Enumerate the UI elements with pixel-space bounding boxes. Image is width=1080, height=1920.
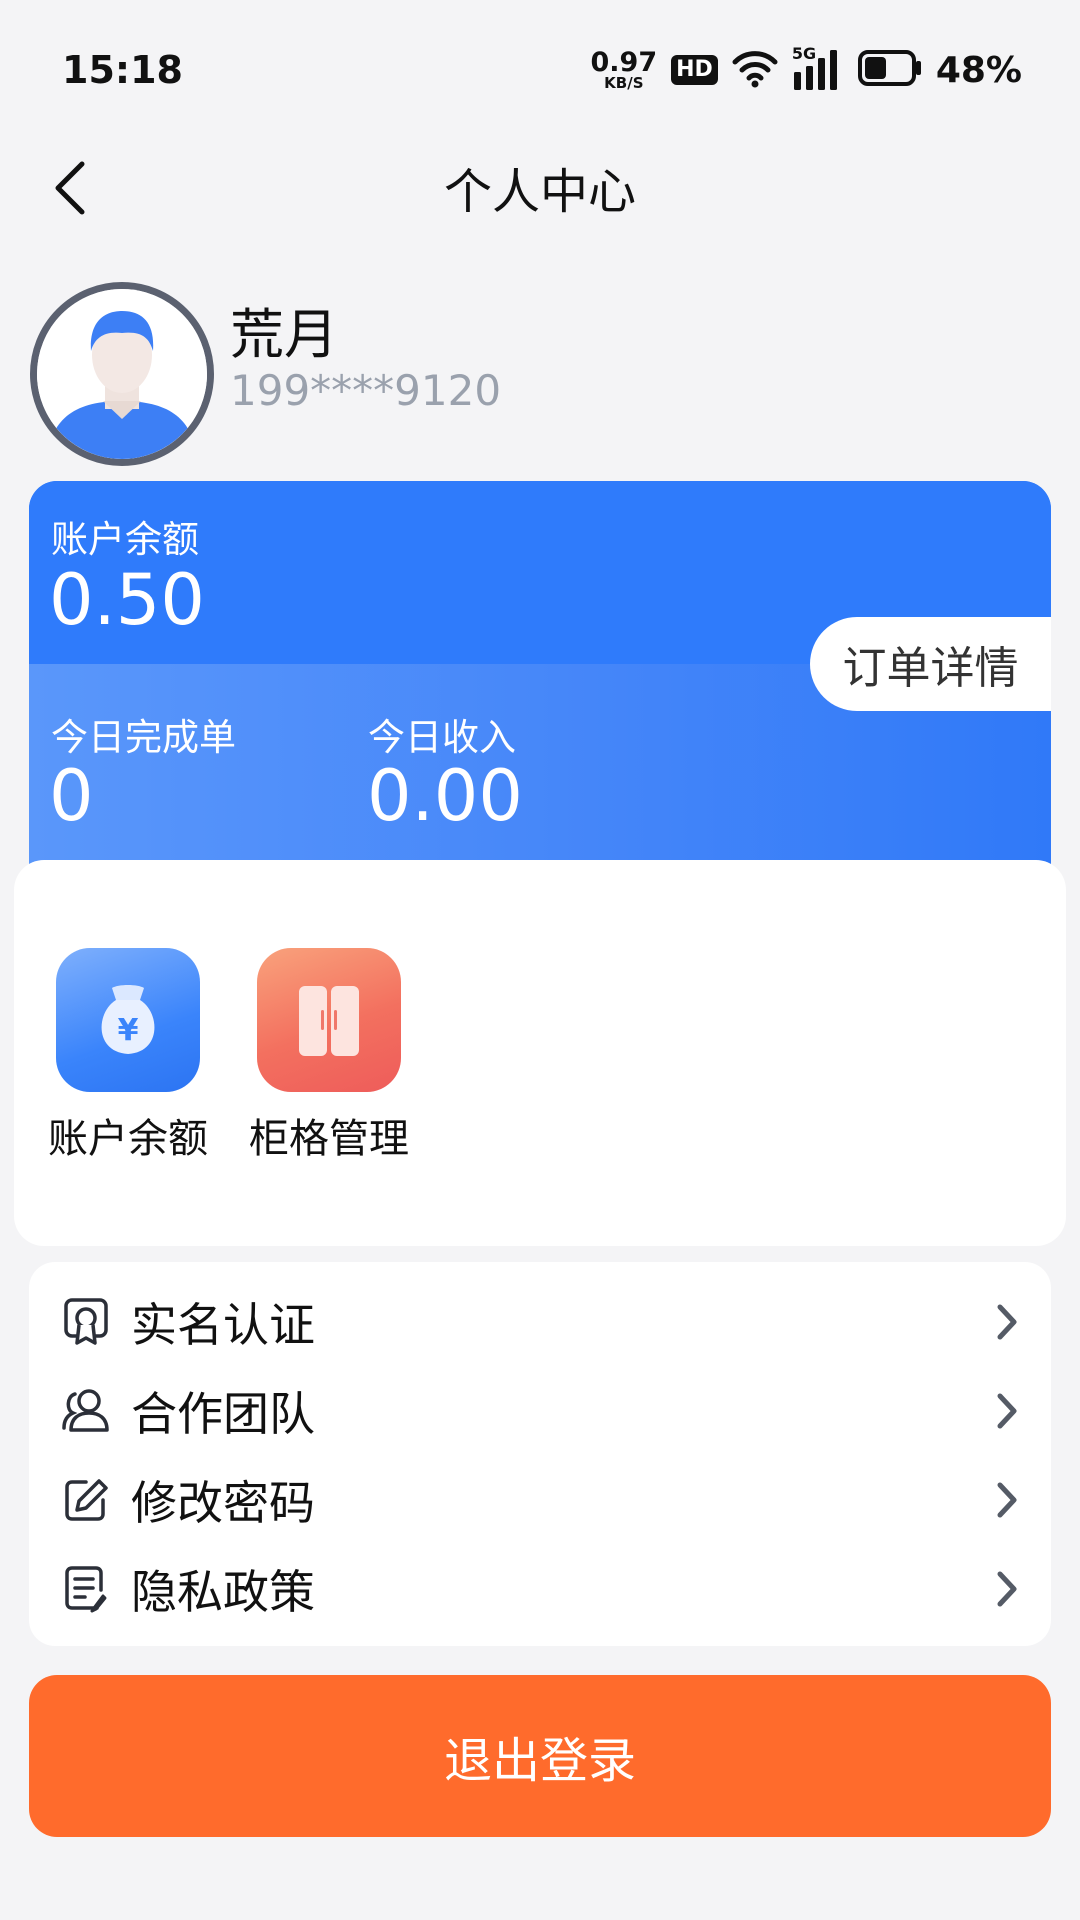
- avatar[interactable]: [30, 282, 214, 466]
- balance-value: 0.50: [49, 559, 205, 641]
- shortcut-label-cabinet: 柜格管理: [249, 1116, 409, 1162]
- menu-label-real-name-auth: 实名认证: [131, 1297, 315, 1352]
- cabinet-icon: [257, 948, 401, 1092]
- back-button[interactable]: [40, 155, 100, 221]
- network-speed-value: 0.97: [590, 47, 658, 78]
- status-time: 15:18: [62, 48, 183, 92]
- user-phone: 199****9120: [230, 366, 502, 415]
- today-orders-label: 今日完成单: [51, 716, 236, 759]
- shortcut-cabinet-management[interactable]: 柜格管理: [239, 948, 419, 1164]
- menu-label-partner-team: 合作团队: [131, 1386, 315, 1441]
- shortcut-panel: ¥ 账户余额 柜格管理: [14, 860, 1066, 1246]
- hd-icon: HD: [671, 55, 718, 85]
- shortcut-account-balance[interactable]: ¥ 账户余额: [38, 948, 218, 1164]
- status-indicators: 0.97 KB/S HD 5G 48%: [591, 44, 1022, 94]
- menu-label-change-password: 修改密码: [131, 1475, 315, 1530]
- document-icon: [59, 1562, 113, 1616]
- shortcut-label-balance: 账户余额: [48, 1116, 208, 1162]
- user-name: 荒月: [230, 303, 338, 366]
- chevron-right-icon: [987, 1475, 1027, 1525]
- network-speed-unit: KB/S: [604, 74, 644, 92]
- logout-button[interactable]: 退出登录: [29, 1675, 1051, 1837]
- menu-item-real-name-auth[interactable]: 实名认证: [29, 1277, 1051, 1366]
- team-icon: [59, 1384, 113, 1438]
- wifi-icon: [732, 48, 778, 92]
- svg-text:¥: ¥: [118, 1013, 139, 1048]
- user-avatar-icon: [37, 289, 207, 459]
- page-title: 个人中心: [443, 164, 636, 220]
- network-speed: 0.97 KB/S: [591, 49, 658, 91]
- battery-percent: 48%: [935, 49, 1022, 91]
- today-income-value: 0.00: [367, 755, 523, 837]
- settings-menu: 实名认证 合作团队 修改密码 隐私政策: [29, 1262, 1051, 1646]
- money-bag-icon: ¥: [56, 948, 200, 1092]
- back-arrow-icon: [55, 161, 85, 215]
- chevron-right-icon: [987, 1564, 1027, 1614]
- today-orders-value: 0: [49, 755, 94, 837]
- menu-item-privacy-policy[interactable]: 隐私政策: [29, 1544, 1051, 1633]
- order-detail-button[interactable]: 订单详情: [810, 617, 1051, 711]
- chevron-right-icon: [987, 1386, 1027, 1436]
- battery-icon: [857, 49, 922, 91]
- balance-label: 账户余额: [51, 518, 199, 561]
- menu-item-partner-team[interactable]: 合作团队: [29, 1366, 1051, 1455]
- status-bar: 15:18 0.97 KB/S HD 5G 48%: [0, 0, 1080, 140]
- today-income-label: 今日收入: [368, 716, 516, 759]
- menu-item-change-password[interactable]: 修改密码: [29, 1455, 1051, 1544]
- certificate-icon: [59, 1295, 113, 1349]
- personal-center-screen: 15:18 0.97 KB/S HD 5G 48% 个人中心 荒月 199***…: [0, 0, 1080, 1920]
- edit-icon: [59, 1473, 113, 1527]
- menu-label-privacy-policy: 隐私政策: [131, 1564, 315, 1619]
- chevron-right-icon: [987, 1297, 1027, 1347]
- cellular-signal-icon: 5G: [792, 44, 844, 92]
